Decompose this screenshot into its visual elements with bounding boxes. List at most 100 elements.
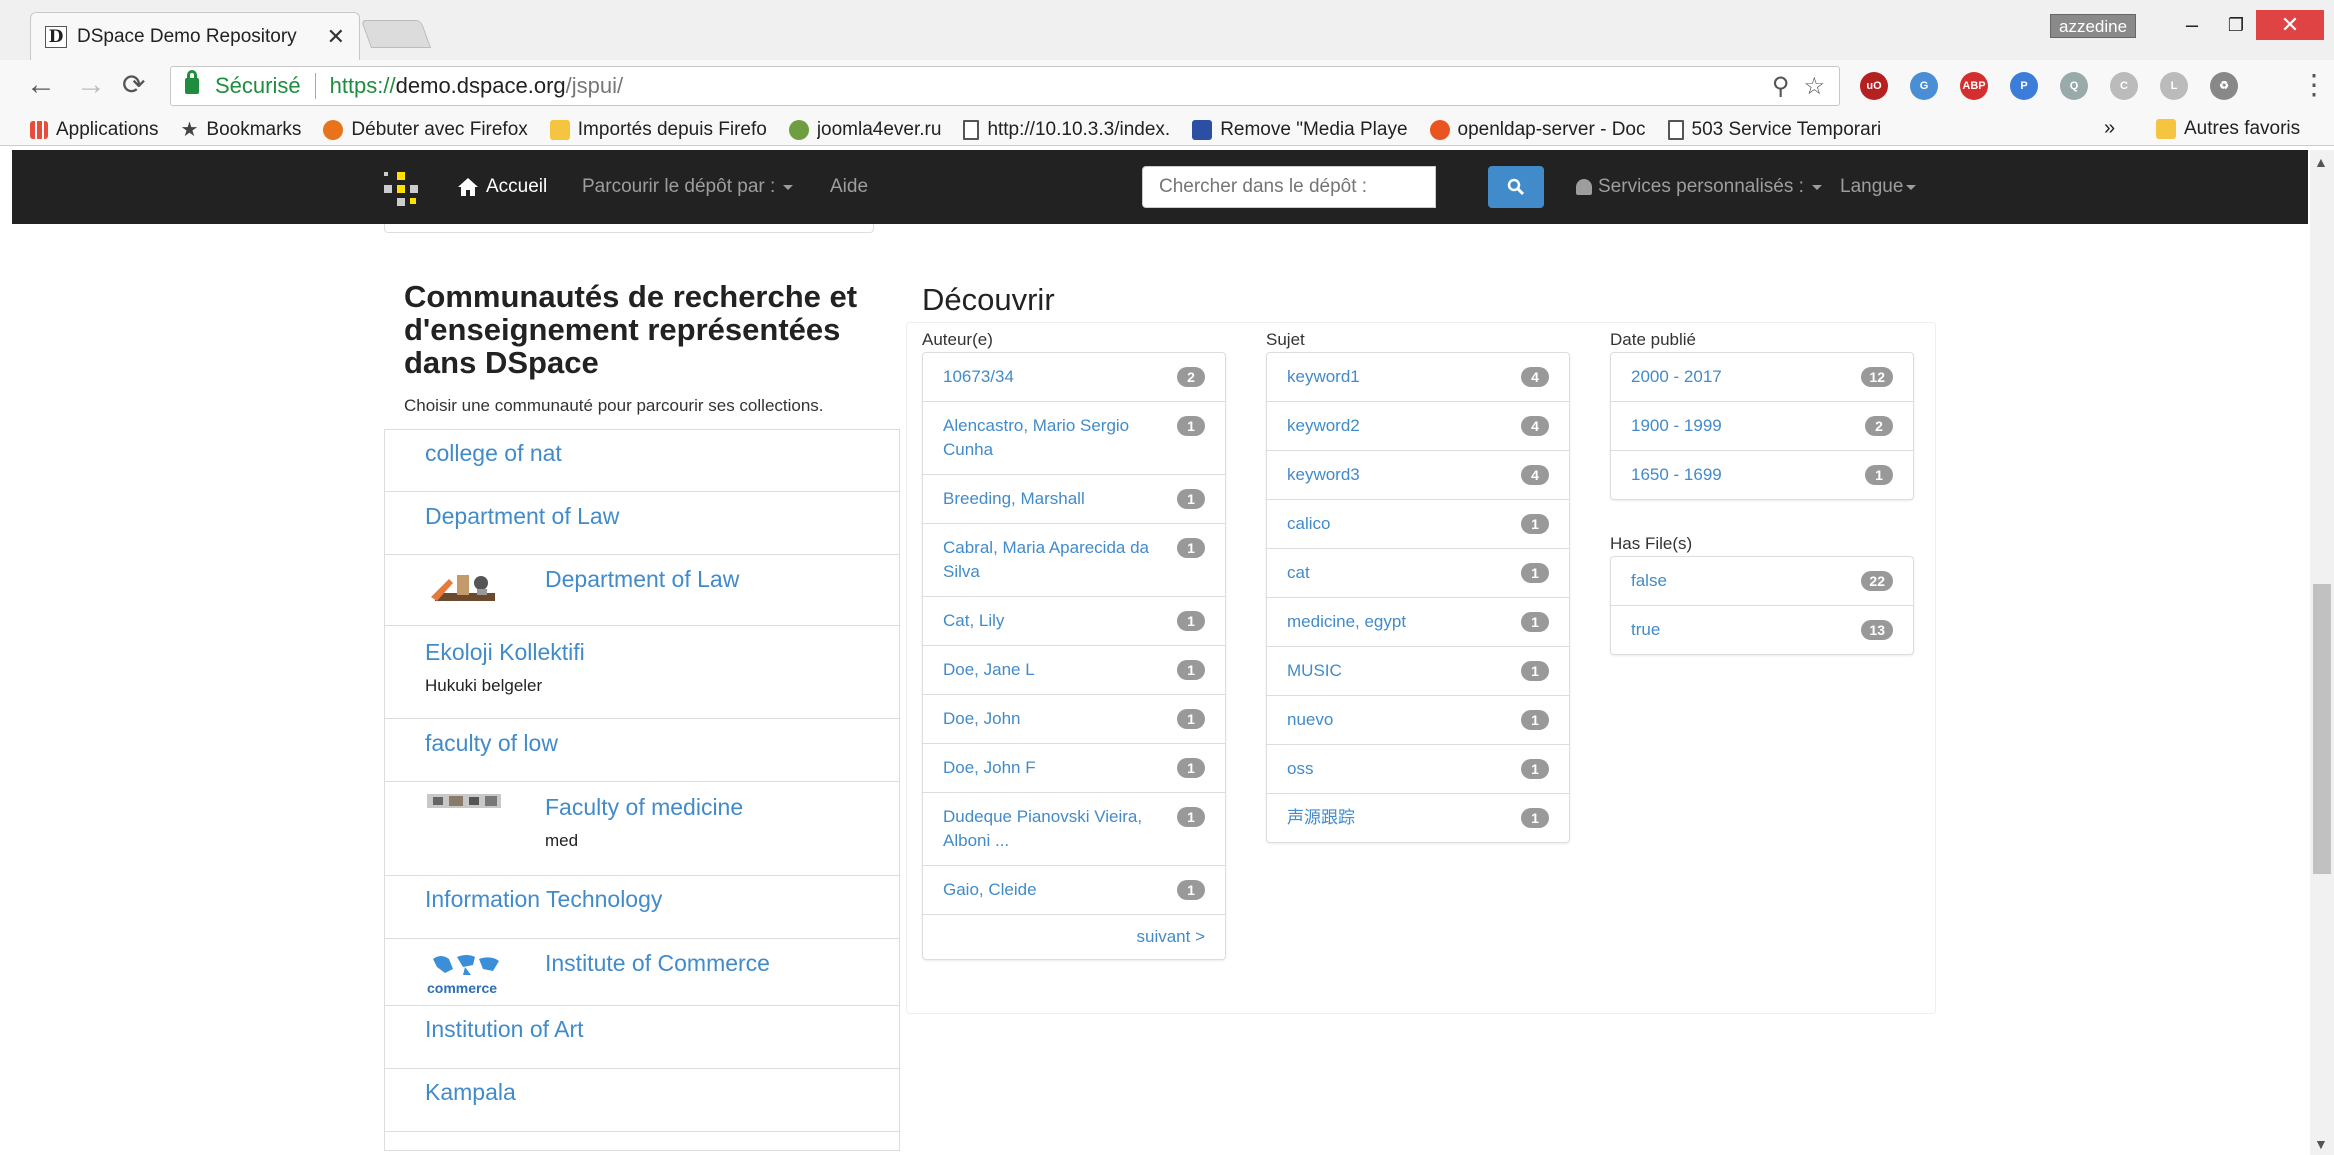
ublock-icon[interactable]: uO bbox=[1860, 72, 1888, 100]
bookmark-item[interactable]: openldap-server - Doc bbox=[1429, 119, 1646, 141]
facet-link[interactable]: Doe, John F bbox=[943, 758, 1036, 777]
facet-link[interactable]: calico bbox=[1287, 514, 1330, 533]
extension-search-icon[interactable]: Q bbox=[2060, 72, 2088, 100]
other-bookmarks[interactable]: Autres favoris bbox=[2156, 118, 2300, 140]
facet-link[interactable]: keyword2 bbox=[1287, 416, 1360, 435]
facet-row[interactable]: Doe, John 1 bbox=[923, 695, 1225, 744]
back-arrow-icon[interactable]: ← bbox=[26, 68, 56, 102]
tab-close-icon[interactable]: ✕ bbox=[327, 24, 345, 50]
facet-link[interactable]: keyword3 bbox=[1287, 465, 1360, 484]
facet-link[interactable]: cat bbox=[1287, 563, 1310, 582]
community-item[interactable]: Institution of Art bbox=[384, 1005, 900, 1069]
facet-link[interactable]: 10673/34 bbox=[943, 367, 1014, 386]
profile-badge[interactable]: azzedine bbox=[2050, 14, 2137, 38]
minimize-icon[interactable]: – bbox=[2168, 10, 2216, 40]
facet-row[interactable]: Gaio, Cleide 1 bbox=[923, 866, 1225, 915]
nav-home[interactable]: Accueil bbox=[458, 150, 547, 224]
community-item[interactable]: commerce Institute of Commerce bbox=[384, 938, 900, 1006]
facet-row[interactable]: Breeding, Marshall 1 bbox=[923, 475, 1225, 524]
nav-personal-dropdown[interactable]: Services personnalisés : bbox=[1576, 150, 1822, 224]
facet-row[interactable]: nuevo 1 bbox=[1267, 696, 1569, 745]
community-item[interactable]: Faculty of medicine med bbox=[384, 781, 900, 876]
facet-row[interactable]: Cat, Lily 1 bbox=[923, 597, 1225, 646]
facet-link[interactable]: 1900 - 1999 bbox=[1631, 416, 1722, 435]
scroll-up-icon[interactable]: ▲ bbox=[2314, 154, 2328, 170]
community-link[interactable]: Ekoloji Kollektifi bbox=[425, 639, 585, 665]
restore-icon[interactable]: ❐ bbox=[2212, 10, 2260, 40]
new-tab-button[interactable] bbox=[360, 20, 432, 48]
bookmarks-overflow-icon[interactable]: » bbox=[2104, 117, 2115, 140]
facet-row[interactable]: Doe, John F 1 bbox=[923, 744, 1225, 793]
page-scrollbar-thumb[interactable] bbox=[2313, 584, 2331, 874]
facet-link[interactable]: MUSIC bbox=[1287, 661, 1342, 680]
browser-tab-active[interactable]: D DSpace Demo Repository ✕ bbox=[30, 12, 360, 60]
bookmark-item[interactable]: joomla4ever.ru bbox=[788, 119, 941, 141]
community-link[interactable]: Department of Law bbox=[545, 566, 739, 592]
community-item[interactable]: Kampala bbox=[384, 1068, 900, 1132]
search-input[interactable] bbox=[1142, 166, 1436, 208]
community-link[interactable]: Institution of Art bbox=[425, 1016, 584, 1042]
facet-link[interactable]: Doe, Jane L bbox=[943, 660, 1035, 679]
facet-row[interactable]: Cabral, Maria Aparecida da Silva 1 bbox=[923, 524, 1225, 597]
facet-link[interactable]: keyword1 bbox=[1287, 367, 1360, 386]
facet-link[interactable]: 2000 - 2017 bbox=[1631, 367, 1722, 386]
community-link[interactable]: college of nat bbox=[425, 440, 562, 466]
bookmark-item[interactable]: Débuter avec Firefox bbox=[323, 119, 528, 141]
adblock-plus-icon[interactable]: ABP bbox=[1960, 72, 1988, 100]
facet-link[interactable]: Cabral, Maria Aparecida da Silva bbox=[943, 538, 1149, 581]
facet-next-link[interactable]: suivant > bbox=[1136, 927, 1205, 946]
bookmark-item[interactable]: Importés depuis Firefo bbox=[549, 119, 767, 141]
extension-cloud-icon[interactable]: C bbox=[2110, 72, 2138, 100]
window-close-icon[interactable]: ✕ bbox=[2256, 10, 2324, 40]
facet-row[interactable]: 1900 - 1999 2 bbox=[1611, 402, 1913, 451]
facet-link[interactable]: oss bbox=[1287, 759, 1313, 778]
facet-row[interactable]: 10673/34 2 bbox=[923, 353, 1225, 402]
community-item[interactable]: college of nat bbox=[384, 429, 900, 492]
search-button[interactable] bbox=[1488, 166, 1544, 208]
extension-docs-icon[interactable]: G bbox=[1910, 72, 1938, 100]
facet-row[interactable]: cat 1 bbox=[1267, 549, 1569, 598]
scroll-down-icon[interactable]: ▼ bbox=[2314, 1136, 2328, 1152]
facet-row[interactable]: Alencastro, Mario Sergio Cunha 1 bbox=[923, 402, 1225, 475]
bookmark-item[interactable]: Remove "Media Playe bbox=[1192, 119, 1408, 141]
facet-link[interactable]: Breeding, Marshall bbox=[943, 489, 1085, 508]
facet-link[interactable]: Cat, Lily bbox=[943, 611, 1004, 630]
facet-row[interactable]: true 13 bbox=[1611, 606, 1913, 654]
community-link[interactable]: Information Technology bbox=[425, 886, 662, 912]
facet-row[interactable]: Dudeque Pianovski Vieira, Alboni ... 1 bbox=[923, 793, 1225, 866]
facet-row[interactable]: oss 1 bbox=[1267, 745, 1569, 794]
community-item[interactable]: Department of Law bbox=[384, 491, 900, 555]
community-item[interactable]: Department of Law bbox=[384, 554, 900, 626]
dspace-logo-icon[interactable] bbox=[384, 172, 418, 206]
bookmark-star-icon[interactable]: ☆ bbox=[1803, 72, 1825, 101]
extension-recycle-icon[interactable]: ♻ bbox=[2210, 72, 2238, 100]
community-item[interactable]: faculty of low bbox=[384, 718, 900, 782]
facet-link[interactable]: Dudeque Pianovski Vieira, Alboni ... bbox=[943, 807, 1142, 850]
community-link[interactable]: Institute of Commerce bbox=[545, 950, 770, 976]
facet-link[interactable]: Gaio, Cleide bbox=[943, 880, 1037, 899]
facet-link[interactable]: false bbox=[1631, 571, 1667, 590]
address-bar[interactable]: Sécurisé https:// demo.dspace.org /jspui… bbox=[170, 66, 1840, 106]
facet-row[interactable]: Doe, Jane L 1 bbox=[923, 646, 1225, 695]
extension-people-icon[interactable]: P bbox=[2010, 72, 2038, 100]
facet-link[interactable]: true bbox=[1631, 620, 1660, 639]
bookmark-item[interactable]: http://10.10.3.3/index. bbox=[963, 119, 1170, 141]
facet-link[interactable]: 1650 - 1699 bbox=[1631, 465, 1722, 484]
facet-row[interactable]: MUSIC 1 bbox=[1267, 647, 1569, 696]
facet-row[interactable]: keyword2 4 bbox=[1267, 402, 1569, 451]
nav-language-dropdown[interactable]: Langue bbox=[1840, 150, 1917, 224]
facet-row[interactable]: keyword3 4 bbox=[1267, 451, 1569, 500]
facet-link[interactable]: nuevo bbox=[1287, 710, 1333, 729]
extension-leaf-icon[interactable]: L bbox=[2160, 72, 2188, 100]
community-link[interactable]: faculty of low bbox=[425, 730, 558, 756]
facet-row[interactable]: medicine, egypt 1 bbox=[1267, 598, 1569, 647]
community-item[interactable]: Information Technology bbox=[384, 875, 900, 939]
facet-row[interactable]: 1650 - 1699 1 bbox=[1611, 451, 1913, 499]
facet-link[interactable]: medicine, egypt bbox=[1287, 612, 1406, 631]
browser-menu-icon[interactable]: ⋮ bbox=[2300, 68, 2328, 101]
forward-arrow-icon[interactable]: → bbox=[76, 68, 106, 102]
facet-row[interactable]: keyword1 4 bbox=[1267, 353, 1569, 402]
facet-link[interactable]: Doe, John bbox=[943, 709, 1021, 728]
zoom-icon[interactable]: ⚲ bbox=[1772, 72, 1790, 101]
nav-help[interactable]: Aide bbox=[830, 150, 868, 224]
